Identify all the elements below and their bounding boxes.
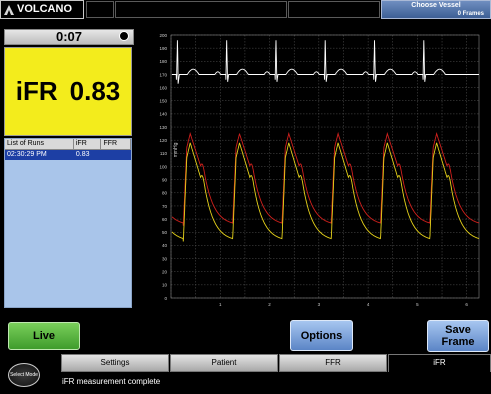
tab-settings[interactable]: Settings (61, 354, 169, 372)
choose-vessel-label: Choose Vessel (411, 2, 461, 9)
x-tick-label: 4 (367, 302, 370, 307)
y-tick-label: 140 (159, 112, 167, 117)
run-ffr (101, 150, 131, 160)
ifr-result-panel: iFR 0.83 (4, 47, 132, 136)
tab-ffr[interactable]: FFR (279, 354, 387, 372)
pd-trace (171, 142, 480, 242)
y-axis-label: mmHg (173, 142, 179, 157)
status-message: iFR measurement complete (62, 377, 161, 386)
runs-list-header: List of Runs iFR FFR (5, 139, 131, 150)
frames-count: 0 Frames (457, 11, 484, 17)
x-tick-label: 6 (465, 302, 468, 307)
y-tick-label: 200 (159, 33, 167, 38)
run-time: 02:30:29 PM (7, 151, 47, 158)
y-tick-label: 20 (162, 270, 168, 275)
save-frame-button[interactable]: Save Frame (427, 320, 489, 352)
options-button[interactable]: Options (290, 320, 353, 351)
brand-text: VOLCANO (17, 3, 72, 15)
y-tick-label: 180 (159, 59, 167, 64)
ifr-result-value: 0.83 (69, 76, 121, 106)
y-tick-label: 120 (159, 138, 167, 143)
volcano-logo: VOLCANO (0, 0, 84, 19)
runs-header-list: List of Runs (5, 139, 74, 149)
pressure-waveform-chart: 0 10 20 30 40 50 60 70 80 90 100 110 120 130 140 150 160… (159, 33, 480, 307)
ifr-result-label: iFR (15, 76, 58, 106)
record-indicator-icon (119, 31, 129, 41)
y-tick-label: 150 (159, 99, 167, 104)
y-tick-label: 110 (160, 151, 168, 156)
x-tick-label: 2 (268, 302, 271, 307)
runs-header-ifr: iFR (74, 139, 102, 149)
timer-display: 0:07 (4, 29, 134, 45)
x-tick-label: 5 (416, 302, 419, 307)
y-tick-label: 70 (162, 204, 168, 209)
y-tick-label: 160 (159, 85, 167, 90)
ecg-trace (172, 40, 479, 84)
select-mode-button[interactable]: Select Mode (8, 363, 40, 387)
x-tick-label: 3 (318, 302, 321, 307)
y-tick-label: 60 (162, 217, 168, 222)
y-tick-label: 80 (162, 191, 168, 196)
run-row[interactable]: 02:30:29 PM 0.83 (5, 150, 131, 160)
volcano-logo-icon (4, 4, 14, 15)
runs-header-ffr: FFR (101, 139, 131, 149)
y-tick-label: 190 (159, 46, 167, 51)
y-tick-label: 170 (159, 72, 167, 77)
top-empty-cell (288, 1, 380, 18)
y-tick-label: 100 (159, 164, 167, 169)
runs-list[interactable]: List of Runs iFR FFR 02:30:29 PM 0.83 (4, 138, 132, 308)
tab-ifr[interactable]: iFR (388, 354, 491, 372)
y-tick-label: 30 (162, 256, 168, 261)
top-empty-cell (86, 1, 114, 18)
y-tick-label: 50 (162, 230, 168, 235)
x-tick-label: 1 (219, 302, 222, 307)
y-tick-label: 40 (162, 243, 168, 248)
run-ifr: 0.83 (75, 151, 90, 158)
choose-vessel-button[interactable]: Choose Vessel 0 Frames (381, 0, 491, 19)
live-button[interactable]: Live (8, 322, 80, 350)
tab-patient[interactable]: Patient (170, 354, 278, 372)
y-tick-label: 10 (162, 283, 168, 288)
y-tick-label: 90 (162, 177, 168, 182)
y-tick-label: 130 (159, 125, 167, 130)
y-tick-label: 0 (164, 296, 167, 301)
top-empty-cell (115, 1, 287, 18)
